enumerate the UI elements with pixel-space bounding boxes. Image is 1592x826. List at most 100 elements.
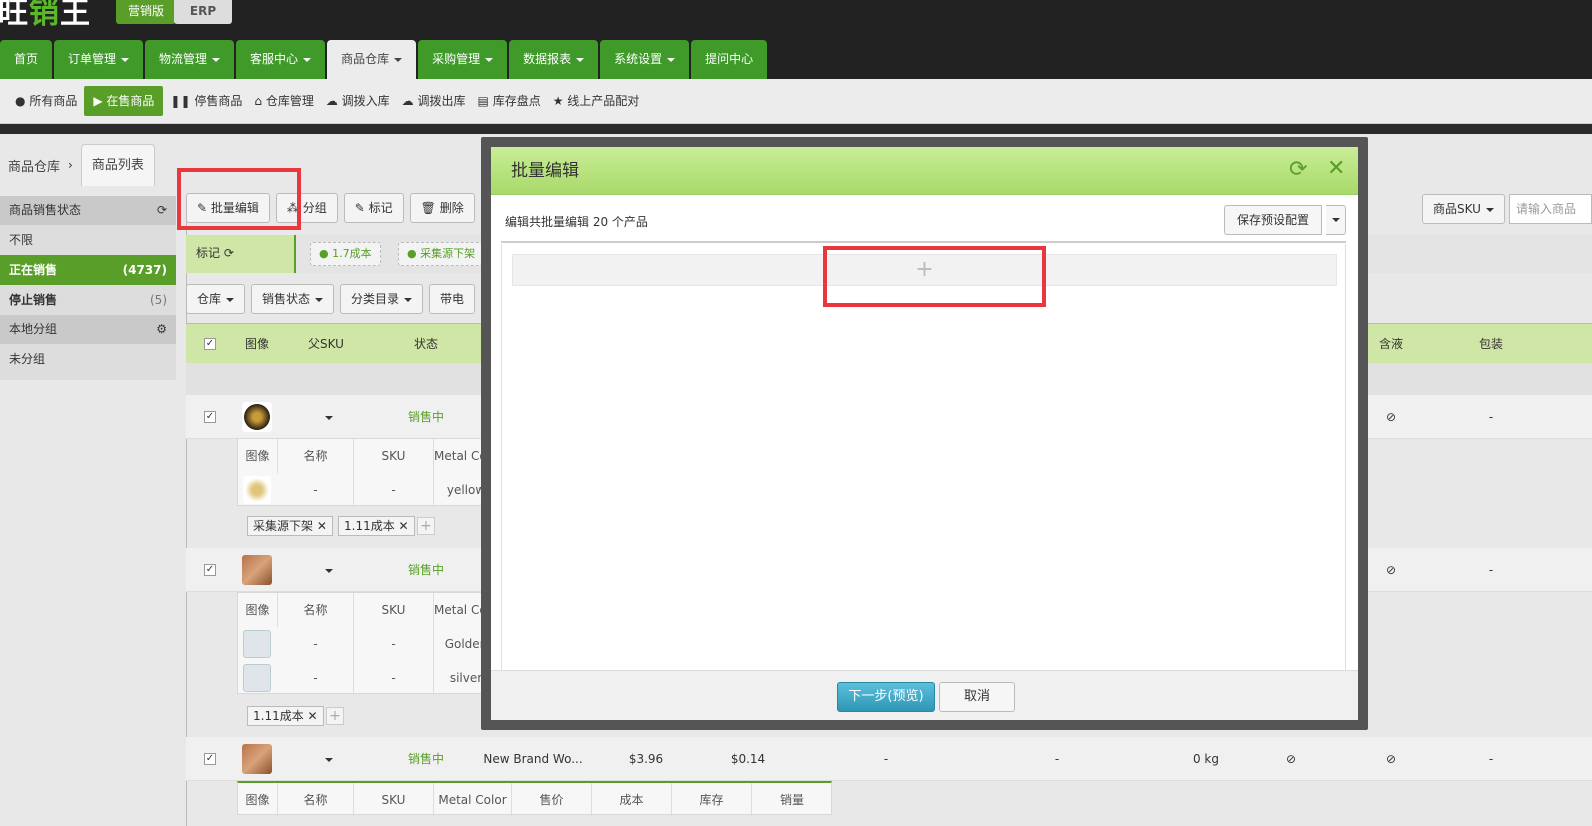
nav-purchase[interactable]: 采购管理 [418,40,508,79]
search-input[interactable]: 请输入商品 [1509,194,1592,224]
expand-caret[interactable] [286,737,366,781]
nav-products[interactable]: 商品仓库 [327,40,417,79]
sidebar-item-stopped[interactable]: 停止销售 (5) [0,285,176,315]
chevron-down-icon [576,57,585,62]
nav-help[interactable]: 提问中心 [691,40,768,79]
sub-header-name: 名称 [278,439,354,473]
breadcrumb-root[interactable]: 商品仓库 [0,156,68,175]
subnav-warehouse[interactable]: ⌂ 仓库管理 [249,86,318,116]
status-filter[interactable]: 销售状态 [251,284,335,314]
row-checkbox[interactable]: ✓ [204,753,216,765]
sidebar-item-onsale[interactable]: 正在销售 (4737) [0,255,176,285]
sidebar-item-ungrouped[interactable]: 未分组 [0,344,176,374]
product-thumbnail [242,744,272,774]
row-tag[interactable]: 1.11成本 ✕ [247,706,324,726]
cancel-button[interactable]: 取消 [939,682,1015,712]
next-preview-button[interactable]: 下一步(预览) [837,682,935,712]
table-row: ✓ 销售中 New Brand Wo... $3.96 $0.14 - - 0 … [186,737,1592,781]
status-cell: 销售中 [407,752,444,766]
dot-icon: ● [15,94,26,108]
subnav-online-match[interactable]: ★ 线上产品配对 [548,86,645,116]
subnav-transfer-out[interactable]: ☁ 调拨出库 [397,86,471,116]
select-all-checkbox[interactable]: ✓ [204,338,216,350]
modal-body: + [501,244,1346,670]
inbox-icon: ▤ [477,94,489,108]
save-preset-button[interactable]: 保存预设配置 [1224,205,1323,235]
edition-badge: 营销版 [116,0,177,24]
variant-name: - [278,661,354,695]
header-image: 图像 [244,337,269,351]
row-tag[interactable]: 采集源下架 ✕ [247,516,333,536]
sidebar-item-all[interactable]: 不限 [0,225,176,255]
close-icon[interactable]: ✕ [1327,156,1345,181]
refresh-icon[interactable]: ⟳ [1289,157,1307,182]
variant-name: - [278,473,354,507]
preset-dropdown[interactable] [1326,205,1346,235]
modal-title: 批量编辑 [511,161,579,181]
add-tag-button[interactable]: + [326,707,344,725]
row-tag[interactable]: 1.11成本 ✕ [338,516,415,536]
product-thumbnail [242,402,272,432]
variant-table: 图像 名称 SKU Metal Color - - yellow [237,438,498,507]
subnav-all[interactable]: ● 所有商品 [10,86,82,116]
erp-badge[interactable]: ERP [174,0,232,24]
home-icon: ⌂ [254,94,262,108]
main-nav: 首页 订单管理 物流管理 客服中心 商品仓库 采购管理 数据报表 系统设置 提问… [0,40,769,79]
add-tag-button[interactable]: + [417,517,435,535]
tag-pill[interactable]: ● 采集源下架 [398,242,485,266]
batch-edit-modal: 批量编辑 ⟳ ✕ 编辑共批量编辑 20 个产品 保存预设配置 + 下一步(预览)… [491,147,1358,720]
sub-header-sku: SKU [354,439,434,473]
sub-header-name: 名称 [278,783,354,817]
delete-button[interactable]: 🗑 删除 [409,193,475,223]
subnav-onsale[interactable]: ▶ 在售商品 [84,86,164,116]
variant-table: 图像 名称 SKU Metal Color - - Golden - - sil… [237,592,498,695]
chevron-right-icon: › [68,158,73,172]
name-cell: New Brand Wo... [483,752,583,766]
chevron-down-icon [485,57,494,62]
chevron-down-icon [667,57,676,62]
sub-nav: ● 所有商品 ▶ 在售商品 ❚❚ 停售商品 ⌂ 仓库管理 ☁ 调拨入库 ☁ 调拨… [0,79,1592,124]
tag-label[interactable]: 标记 ⟳ [186,235,296,273]
nav-home[interactable]: 首页 [0,40,53,79]
data-cell: - [883,752,889,766]
nav-settings[interactable]: 系统设置 [600,40,690,79]
sku-select[interactable]: 商品SKU [1422,194,1505,224]
expand-caret[interactable] [286,395,366,439]
mark-button[interactable]: ✎ 标记 [343,193,404,223]
gear-icon[interactable]: ⚙ [156,315,167,344]
pause-icon: ❚❚ [170,94,191,108]
sub-header-name: 名称 [278,593,354,627]
modal-toolbar: 编辑共批量编辑 20 个产品 保存预设配置 [501,205,1346,243]
sub-header-metal: Metal Color [434,783,512,817]
variant-sku: - [354,627,434,661]
sub-header-price: 售价 [512,783,592,817]
status-cell: 销售中 [407,410,444,424]
highlight-box [177,168,301,230]
breadcrumb-current[interactable]: 商品列表 [80,144,155,186]
row-checkbox[interactable]: ✓ [204,564,216,576]
highlight-box [823,246,1046,307]
refresh-icon[interactable]: ⟳ [157,196,167,225]
chevron-down-icon [212,57,221,62]
nav-orders[interactable]: 订单管理 [54,40,144,79]
expand-caret[interactable] [286,548,366,592]
subnav-stopped[interactable]: ❚❚ 停售商品 [165,86,247,116]
battery-filter[interactable]: 带电 [429,284,476,314]
subnav-inventory[interactable]: ▤ 库存盘点 [473,86,546,116]
pack-cell: - [1488,752,1494,766]
app-logo: 旺销王 [0,0,91,31]
status-cell: 销售中 [407,563,444,577]
header-pack: 包装 [1478,337,1503,351]
sub-header-image: 图像 [238,783,278,817]
row-checkbox[interactable]: ✓ [204,411,216,423]
cost-cell: $0.14 [730,752,766,766]
sub-header-sku: SKU [354,783,434,817]
subnav-transfer-in[interactable]: ☁ 调拨入库 [321,86,395,116]
header-status: 状态 [413,337,438,351]
category-filter[interactable]: 分类目录 [340,284,424,314]
nav-logistics[interactable]: 物流管理 [145,40,235,79]
warehouse-filter[interactable]: 仓库 [186,284,246,314]
tag-pill[interactable]: ● 1.7成本 [310,242,381,266]
nav-service[interactable]: 客服中心 [236,40,326,79]
nav-reports[interactable]: 数据报表 [509,40,599,79]
